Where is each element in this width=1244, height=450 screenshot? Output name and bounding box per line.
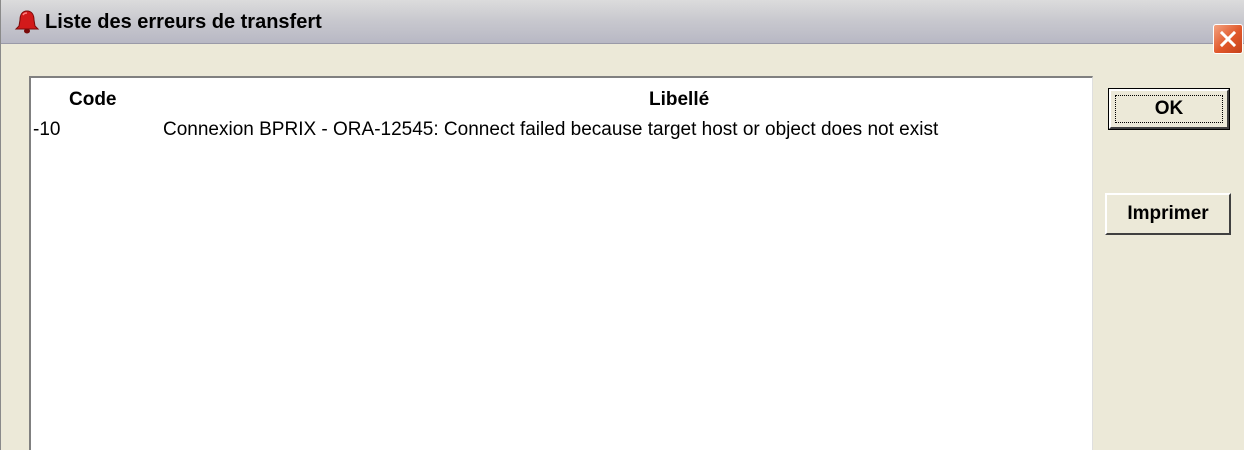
- window-title: Liste des erreurs de transfert: [45, 11, 322, 33]
- error-code-cell: -10: [33, 119, 61, 140]
- table-row[interactable]: -10 Connexion BPRIX - ORA-12545: Connect…: [31, 116, 1091, 144]
- print-button[interactable]: Imprimer: [1105, 193, 1231, 235]
- error-list[interactable]: Code Libellé -10 Connexion BPRIX - ORA-1…: [29, 76, 1093, 450]
- close-button[interactable]: [1213, 24, 1243, 54]
- bell-icon: [13, 9, 41, 35]
- ok-button[interactable]: OK: [1108, 88, 1230, 130]
- column-header-code[interactable]: Code: [69, 88, 117, 112]
- error-message-cell: Connexion BPRIX - ORA-12545: Connect fai…: [163, 119, 939, 140]
- title-bar[interactable]: Liste des erreurs de transfert: [1, 0, 1244, 54]
- focus-rectangle: [1115, 95, 1223, 123]
- print-button-label: Imprimer: [1127, 203, 1209, 224]
- error-list-dialog: Liste des erreurs de transfert Code Libe…: [0, 0, 1244, 450]
- close-icon: [1219, 30, 1237, 48]
- column-header-libelle[interactable]: Libellé: [649, 88, 709, 112]
